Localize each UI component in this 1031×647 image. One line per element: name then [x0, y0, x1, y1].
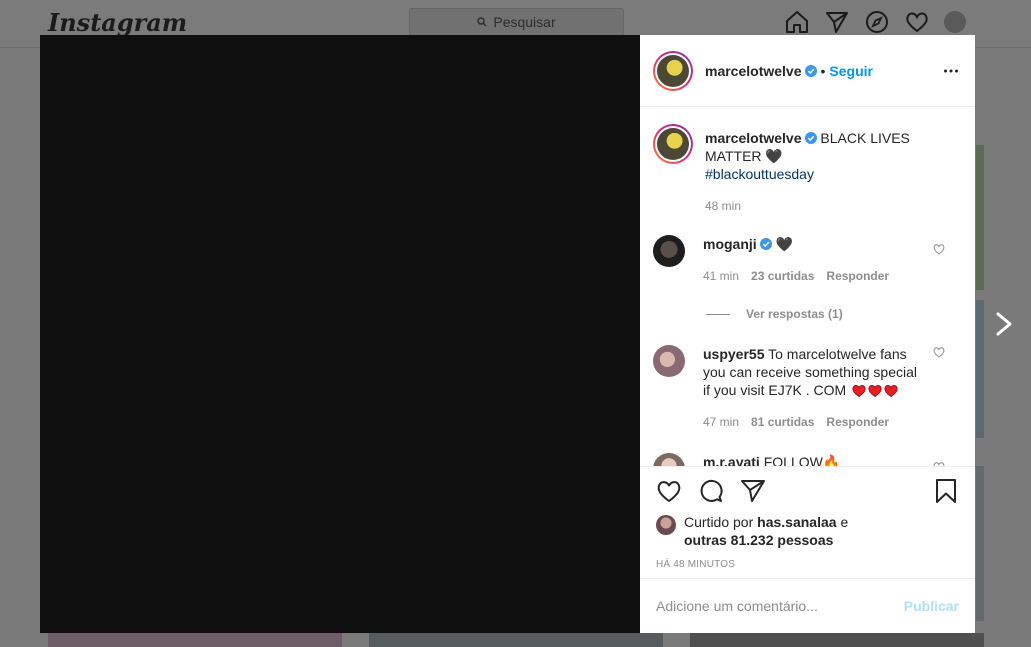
post-timestamp[interactable]: HÁ 48 MINUTOS: [640, 559, 975, 570]
share-icon[interactable]: [740, 478, 766, 504]
comment-like-icon[interactable]: [933, 243, 945, 255]
replies-line: [706, 313, 730, 315]
verified-badge-icon: [804, 132, 817, 144]
search-icon: [477, 17, 487, 27]
search-bar[interactable]: Pesquisar: [409, 8, 624, 36]
comment-username[interactable]: uspyer55: [703, 346, 764, 362]
comment-item: uspyer55 To marcelotwelve fans you can r…: [653, 345, 959, 431]
post-actions: Curtido por has.sanalaa e outras 81.232 …: [640, 466, 975, 570]
comment-likes[interactable]: 81 curtidas: [751, 413, 814, 431]
comment-text: 🖤: [775, 236, 793, 252]
liked-by: Curtido por has.sanalaa e outras 81.232 …: [640, 513, 975, 549]
search-placeholder: Pesquisar: [493, 14, 556, 30]
liked-by-avatar[interactable]: [656, 515, 676, 535]
liked-by-others[interactable]: outras 81.232 pessoas: [684, 532, 833, 548]
action-icons-row: [640, 467, 975, 515]
background-post-tile: [976, 466, 984, 621]
author-avatar[interactable]: [653, 50, 693, 91]
post-image[interactable]: [40, 35, 640, 633]
comment-item: moganji 🖤 41 min 23 curtidas Responder: [653, 235, 959, 285]
activity-icon[interactable]: [904, 9, 930, 35]
caption-avatar[interactable]: [653, 124, 693, 164]
comment-username[interactable]: moganji: [703, 236, 757, 252]
comment-avatar[interactable]: [653, 345, 685, 377]
save-bookmark-icon[interactable]: [933, 478, 959, 504]
comment-likes[interactable]: 23 curtidas: [751, 267, 814, 285]
background-post-tile: [976, 145, 984, 290]
background-post-tile: [690, 633, 984, 647]
red-heart-emoji-icon: [884, 385, 898, 397]
home-icon[interactable]: [784, 9, 810, 35]
reply-button[interactable]: Responder: [826, 267, 889, 285]
caption-time: 48 min: [705, 199, 742, 213]
comment-item: m.r.ayati FOLLOW🔥: [653, 453, 959, 466]
nav-icons: [784, 9, 966, 35]
liked-by-connector: e: [840, 514, 849, 530]
profile-avatar[interactable]: [944, 11, 966, 33]
background-post-tile: [976, 300, 984, 438]
next-post-arrow-icon[interactable]: [992, 310, 1016, 338]
post-modal: marcelotwelve • Seguir marcelotwelve BLA…: [40, 35, 975, 633]
verified-badge-icon: [759, 238, 772, 250]
comment-avatar[interactable]: [653, 235, 685, 267]
comment-text: FOLLOW🔥: [763, 454, 841, 466]
view-replies-label: Ver respostas (1): [746, 307, 843, 321]
liked-by-prefix: Curtido por: [684, 514, 754, 530]
background-post-tile: [48, 633, 342, 647]
follow-button[interactable]: Seguir: [829, 63, 873, 79]
more-options-icon[interactable]: [943, 63, 959, 79]
red-heart-emoji-icon: [852, 385, 866, 397]
post-side-panel: marcelotwelve • Seguir marcelotwelve BLA…: [640, 35, 975, 633]
comment-icon[interactable]: [698, 478, 724, 504]
caption-username[interactable]: marcelotwelve: [705, 130, 802, 146]
caption: marcelotwelve BLACK LIVES MATTER 🖤 #blac…: [653, 124, 959, 215]
comment-time: 41 min: [703, 269, 740, 283]
comment-avatar[interactable]: [653, 453, 685, 466]
comment-username[interactable]: m.r.ayati: [703, 454, 760, 466]
view-replies-button[interactable]: Ver respostas (1): [706, 307, 959, 321]
comment-input[interactable]: [656, 598, 904, 614]
explore-icon[interactable]: [864, 9, 890, 35]
comment-like-icon[interactable]: [933, 346, 945, 358]
comment-time: 47 min: [703, 415, 740, 429]
direct-icon[interactable]: [824, 9, 850, 35]
red-heart-emoji-icon: [868, 385, 882, 397]
like-icon[interactable]: [656, 478, 682, 504]
author-username[interactable]: marcelotwelve: [705, 63, 802, 79]
background-post-tile: [369, 633, 663, 647]
liked-by-user[interactable]: has.sanalaa: [757, 514, 836, 530]
verified-badge-icon: [804, 64, 817, 77]
separator-dot: •: [820, 62, 826, 79]
publish-button[interactable]: Publicar: [904, 598, 959, 614]
comments-list[interactable]: marcelotwelve BLACK LIVES MATTER 🖤 #blac…: [640, 108, 975, 466]
instagram-logo[interactable]: Instagram: [48, 8, 187, 37]
post-header: marcelotwelve • Seguir: [640, 35, 975, 107]
reply-button[interactable]: Responder: [826, 413, 889, 431]
add-comment-bar: Publicar: [640, 578, 975, 633]
caption-hashtag[interactable]: #blackouttuesday: [705, 166, 814, 182]
